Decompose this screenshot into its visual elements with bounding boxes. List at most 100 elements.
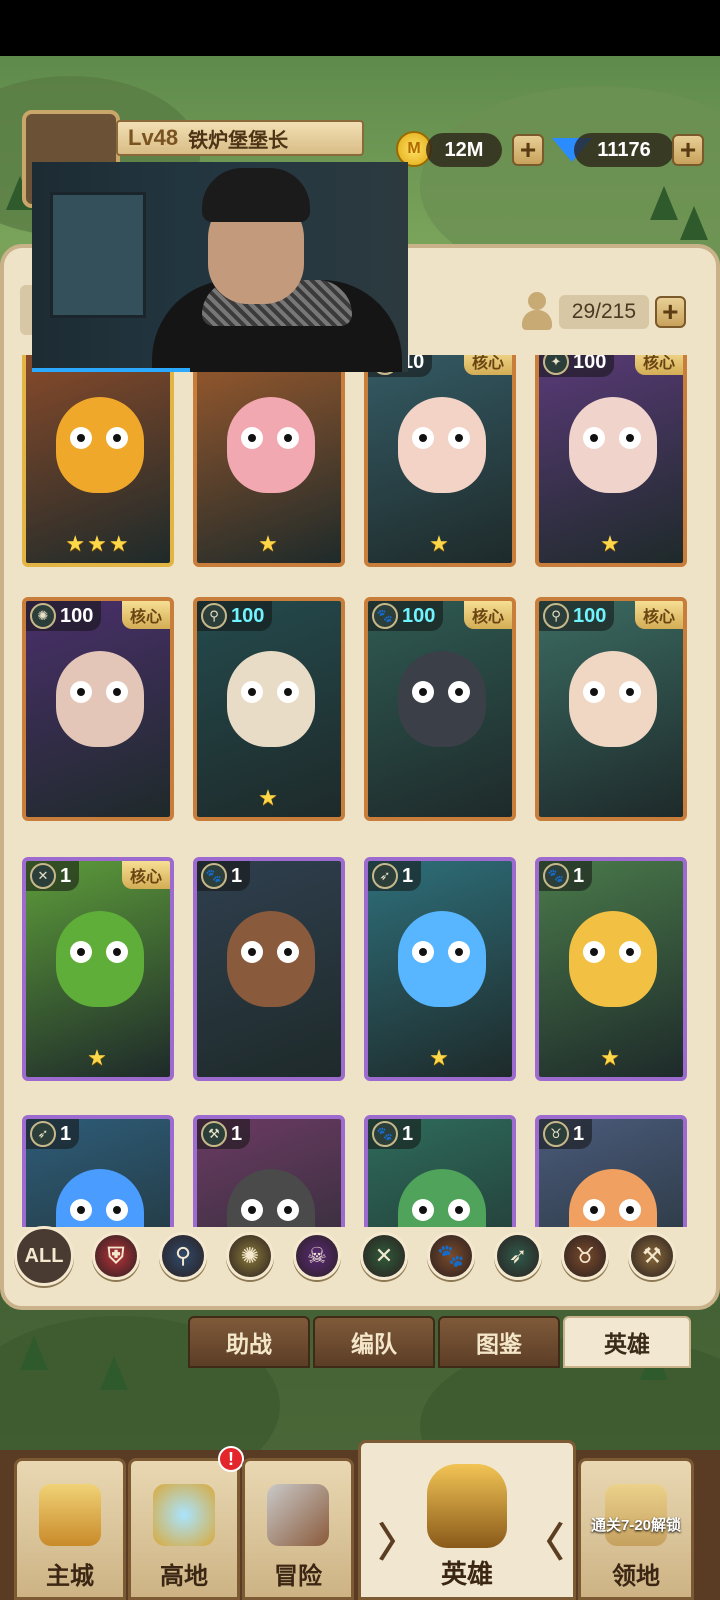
- hero-level-badge: ⚲ 100: [539, 601, 615, 631]
- tab-codex[interactable]: 图鉴: [438, 1316, 560, 1368]
- hero-card[interactable]: ✦10核心★: [364, 355, 516, 567]
- hero-card[interactable]: 🐾 100 核心: [364, 597, 516, 821]
- filter-hammer-button[interactable]: ⚒: [628, 1232, 676, 1280]
- hero-capacity-count: 29/215: [559, 295, 649, 329]
- nav-territory-label: 领地: [612, 1563, 660, 1590]
- filter-holy-button[interactable]: ✺: [226, 1232, 274, 1280]
- filter-paw-button[interactable]: 🐾: [427, 1232, 475, 1280]
- hero-class-icon: ✺: [30, 603, 56, 629]
- person-icon: [520, 292, 553, 332]
- hero-eye: [241, 681, 263, 703]
- core-tag: 核心: [463, 355, 512, 375]
- hero-level: 1: [402, 864, 414, 887]
- hero-card[interactable]: ✦ 100 核心 ★: [535, 355, 687, 567]
- filter-bull-button[interactable]: ♉: [561, 1232, 609, 1280]
- expand-capacity-button[interactable]: +: [654, 296, 686, 328]
- filter-shield-button[interactable]: ⛨: [92, 1232, 140, 1280]
- hero-level-badge: 🐾 1: [539, 861, 593, 891]
- hero-level-badge: ✦ 100: [539, 355, 615, 377]
- hero-portrait: [197, 861, 341, 1077]
- hero-card[interactable]: ➶ 1 ★: [364, 857, 516, 1081]
- hero-grid: ★★★★✦10核心★✦100核心★✺100核心⚲100★🐾100核心⚲100核心…: [22, 355, 700, 1227]
- nav-main-city[interactable]: 主城: [14, 1458, 126, 1600]
- hero-card[interactable]: 🐾 1: [193, 857, 345, 1081]
- hero-eye: [70, 427, 92, 449]
- class-filter-bar: ALL ⛨ ⚲ ✺ ☠ ✕ 🐾 ➶ ♉ ⚒: [10, 1222, 710, 1294]
- star-rating: ★: [87, 1045, 109, 1070]
- skull-icon: ☠: [307, 1243, 327, 1268]
- video-overlay[interactable]: [32, 162, 408, 372]
- filter-staff-button[interactable]: ⚲: [159, 1232, 207, 1280]
- hero-class-icon: ⚲: [543, 603, 569, 629]
- hero-face: [569, 911, 657, 1007]
- tab-support[interactable]: 助战: [188, 1316, 310, 1368]
- hero-face: [227, 1169, 315, 1227]
- crossed-daggers-icon: ✕: [374, 1243, 394, 1268]
- add-gold-button[interactable]: +: [512, 134, 544, 166]
- panel-tab-stub: [20, 285, 32, 335]
- hero-card[interactable]: ★: [193, 355, 345, 567]
- hero-eye: [583, 681, 605, 703]
- add-gems-button[interactable]: +: [672, 134, 704, 166]
- star-rating: ★: [429, 531, 451, 556]
- video-progress-bar: [32, 368, 190, 372]
- arrow-right-icon: 〈: [524, 1521, 564, 1565]
- hero-card[interactable]: ♉ 1: [535, 1115, 687, 1227]
- territory-unlock-hint: 通关7-20解锁: [590, 1517, 682, 1534]
- nav-adventure-label: 冒险: [274, 1563, 322, 1590]
- hero-eye: [448, 941, 470, 963]
- status-bar: [0, 0, 720, 56]
- filter-all-button[interactable]: ALL: [14, 1226, 74, 1286]
- hero-card[interactable]: ➶ 1: [22, 1115, 174, 1227]
- hero-level: 100: [573, 355, 607, 373]
- hero-class-icon: 🐾: [372, 603, 398, 629]
- hero-card[interactable]: ★★★: [22, 355, 174, 567]
- hero-card[interactable]: ⚒ 1: [193, 1115, 345, 1227]
- hero-portrait: [368, 601, 512, 817]
- hero-face: [56, 911, 144, 1007]
- hero-level: 100: [402, 604, 436, 627]
- filter-bow-button[interactable]: ➶: [494, 1232, 542, 1280]
- hero-eye: [448, 1199, 470, 1221]
- hero-level: 100: [60, 604, 94, 627]
- hero-eye: [619, 941, 641, 963]
- hero-card[interactable]: ⚲ 100 ★: [193, 597, 345, 821]
- hero-card[interactable]: ✕ 1 核心 ★: [22, 857, 174, 1081]
- hero-eye: [106, 1199, 128, 1221]
- nav-adventure[interactable]: 冒险: [242, 1458, 354, 1600]
- filter-skull-button[interactable]: ☠: [293, 1232, 341, 1280]
- hero-level-badge: ✺ 100: [26, 601, 102, 631]
- core-tag: 核心: [121, 861, 170, 889]
- hero-eye: [106, 427, 128, 449]
- hero-level: 1: [231, 864, 243, 887]
- hero-capacity: 29/215 +: [520, 292, 686, 332]
- hero-class-icon: ⚲: [201, 603, 227, 629]
- nav-highland-label: 高地: [160, 1563, 208, 1590]
- tab-formation[interactable]: 编队: [313, 1316, 435, 1368]
- hero-level-badge: ⚒ 1: [197, 1119, 251, 1149]
- crossed-swords-icon: [267, 1484, 329, 1546]
- hero-eye: [619, 681, 641, 703]
- hero-card[interactable]: ⚲ 100 核心: [535, 597, 687, 821]
- hero-eye: [619, 1199, 641, 1221]
- hero-card[interactable]: 🐾 1 ★: [535, 857, 687, 1081]
- bow-icon: ➶: [508, 1243, 528, 1268]
- hero-card[interactable]: ✺ 100 核心: [22, 597, 174, 821]
- hero-face: [398, 1169, 486, 1227]
- tab-heroes[interactable]: 英雄: [563, 1316, 691, 1368]
- hero-level-badge: ➶ 1: [26, 1119, 80, 1149]
- hero-eye: [241, 941, 263, 963]
- nav-main-city-label: 主城: [46, 1563, 94, 1590]
- hero-level-badge: 🐾 1: [197, 861, 251, 891]
- hero-class-icon: ➶: [30, 1121, 56, 1147]
- hero-face: [569, 397, 657, 493]
- hero-portrait: [539, 601, 683, 817]
- player-level-plate[interactable]: Lv48 铁炉堡堡长: [116, 120, 364, 156]
- filter-crossed-daggers-button[interactable]: ✕: [360, 1232, 408, 1280]
- video-window-frame: [50, 192, 146, 318]
- core-tag: 核心: [634, 601, 683, 629]
- hero-eye: [448, 681, 470, 703]
- nav-highland[interactable]: 高地: [128, 1458, 240, 1600]
- hero-face: [398, 397, 486, 493]
- hero-card[interactable]: 🐾 1: [364, 1115, 516, 1227]
